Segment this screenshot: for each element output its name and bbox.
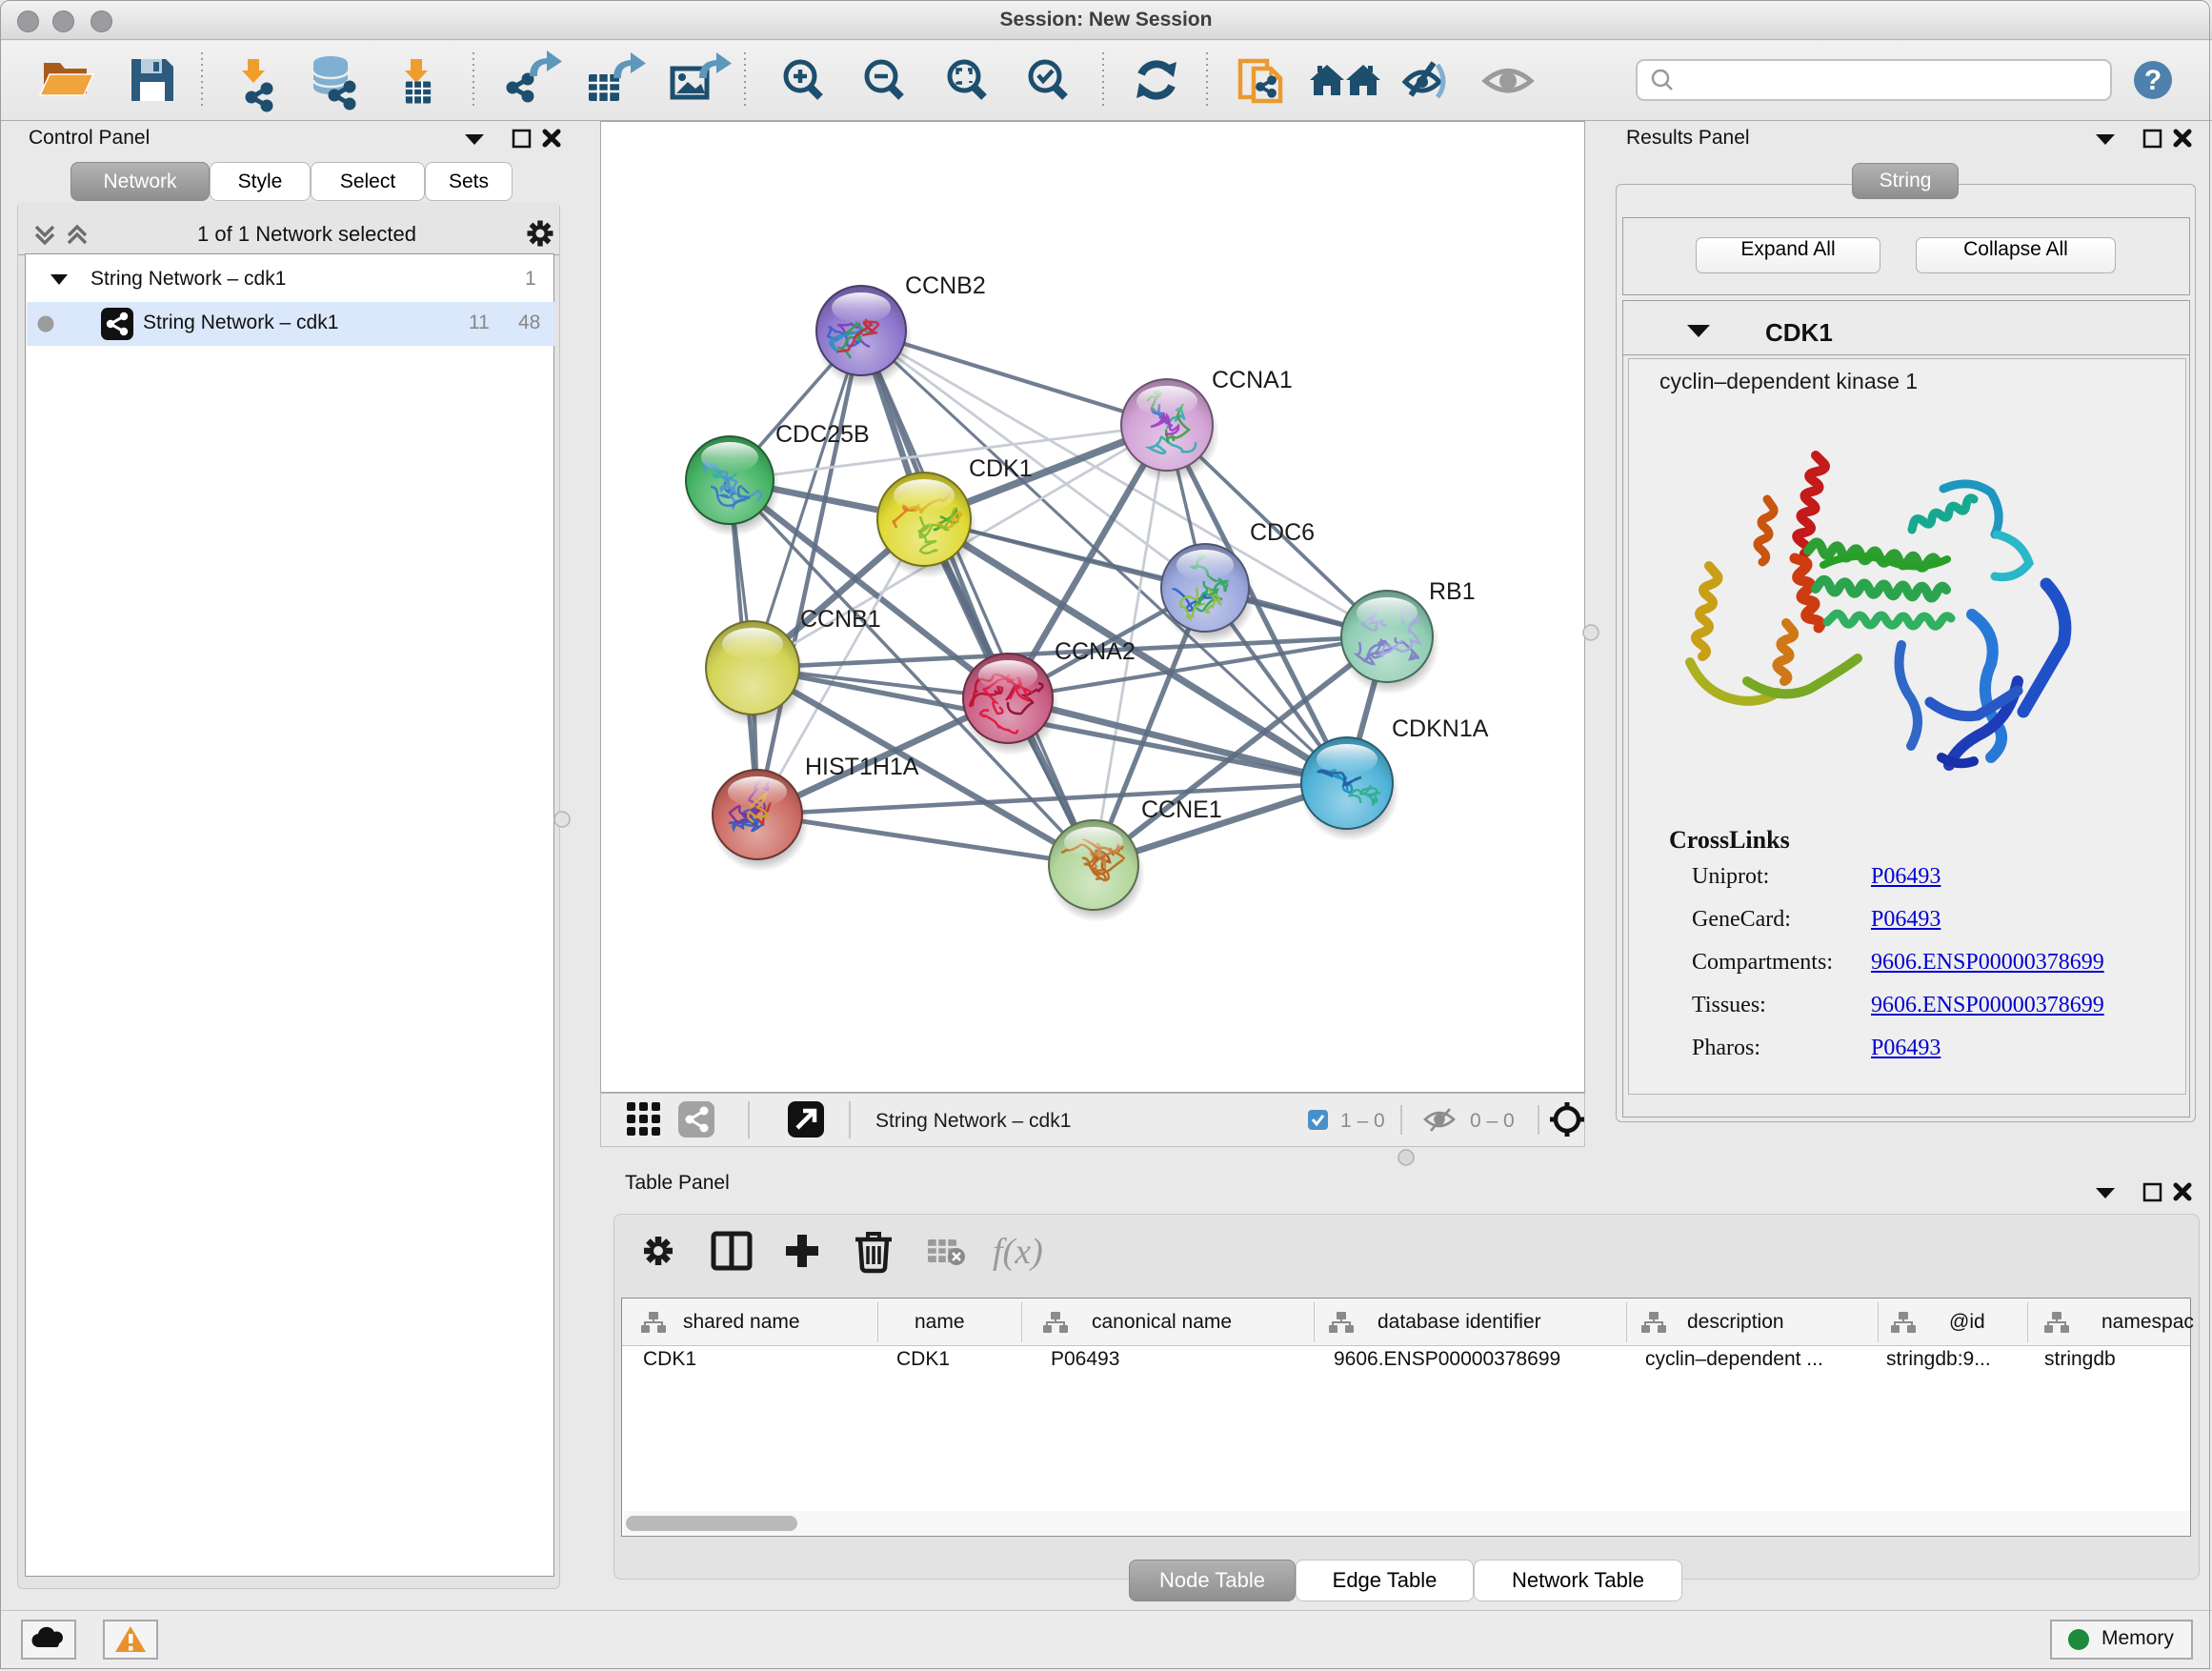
svg-text:CCNA2: CCNA2 (1055, 638, 1136, 665)
svg-text:RB1: RB1 (1429, 578, 1476, 605)
svg-text:CDK1: CDK1 (969, 455, 1033, 482)
svg-text:1 of 1 Network selected: 1 of 1 Network selected (197, 222, 416, 246)
svg-text:1 – 0: 1 – 0 (1340, 1110, 1385, 1132)
svg-text:CCNE1: CCNE1 (1141, 796, 1222, 823)
svg-text:f(x): f(x) (993, 1232, 1043, 1272)
svg-text:CDC25B: CDC25B (775, 421, 870, 448)
svg-text:?: ? (2144, 65, 2162, 96)
svg-text:0 – 0: 0 – 0 (1470, 1110, 1515, 1132)
svg-text:CCNB1: CCNB1 (800, 606, 881, 633)
svg-text:String Network – cdk1: String Network – cdk1 (875, 1110, 1071, 1132)
svg-text:CDC6: CDC6 (1250, 519, 1315, 546)
svg-text:CCNB2: CCNB2 (905, 272, 986, 299)
svg-text:CCNA1: CCNA1 (1212, 367, 1293, 393)
svg-text:HIST1H1A: HIST1H1A (805, 754, 919, 780)
svg-text:CDKN1A: CDKN1A (1392, 715, 1489, 742)
